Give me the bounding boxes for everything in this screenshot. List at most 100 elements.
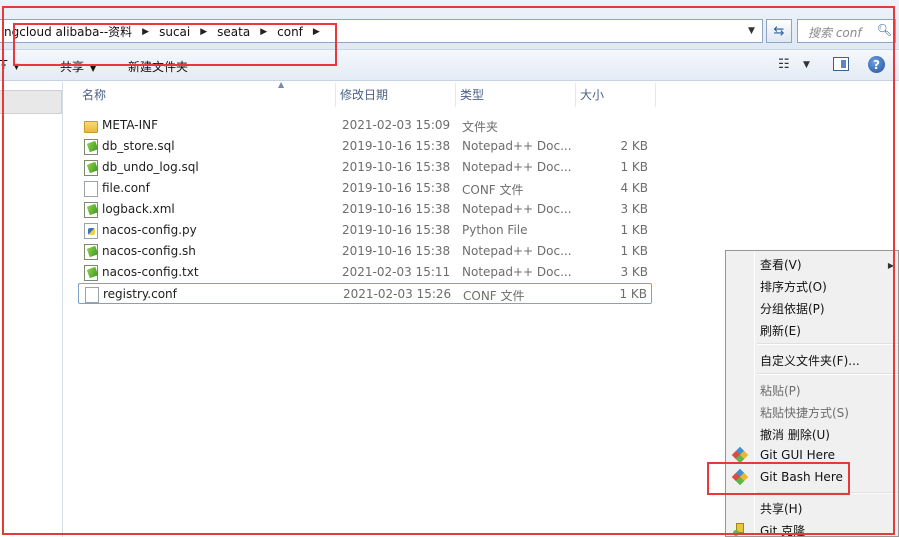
file-type: Notepad++ Doc... [462,244,572,258]
address-bar: ngcloud alibaba--资料 ▶ sucai ▶ seata ▶ co… [0,0,899,50]
file-type: Notepad++ Doc... [462,160,572,174]
breadcrumb-separator-icon[interactable]: ▶ [194,27,213,37]
git-icon [731,468,749,486]
refresh-icon: ⇆ [773,23,785,39]
folder-icon [84,121,98,133]
search-icon[interactable]: 🔍︎ [877,23,892,37]
file-type: Notepad++ Doc... [462,265,572,279]
file-date: 2019-10-16 15:38 [342,202,451,216]
view-options-icon[interactable]: ☷ [778,57,790,72]
file-date: 2021-02-03 15:26 [343,287,452,301]
file-name: file.conf [102,181,150,195]
menu-item-paste-shortcut: 粘贴快捷方式(S) [760,406,849,420]
file-size: 3 KB [620,202,648,216]
file-date: 2021-02-03 15:11 [342,265,451,279]
file-name: db_store.sql [102,139,175,153]
submenu-arrow-icon: ▶ [887,261,894,270]
file-name: db_undo_log.sql [102,160,199,174]
menu-item-paste: 粘贴(P) [760,384,801,398]
file-name: logback.xml [102,202,175,216]
menu-item-refresh[interactable]: 刷新(E) [760,322,801,339]
notepad-plus-plus-file-icon [84,244,98,260]
file-row[interactable]: nacos-config.py 2019-10-16 15:38 Python … [78,220,652,241]
chevron-down-icon: ▼ [13,62,20,71]
file-row[interactable]: file.conf 2019-10-16 15:38 CONF 文件 4 KB [78,178,652,199]
file-size: 4 KB [620,181,648,195]
toolbar: Ŧ ▼ 共享 ▼ 新建文件夹 ☷ ▼ ? [0,50,899,81]
file-type: Notepad++ Doc... [462,139,572,153]
search-input[interactable]: 搜索 conf 🔍︎ [797,19,896,43]
file-name: META-INF [102,118,159,132]
notepad-plus-plus-file-icon [84,265,98,281]
help-icon[interactable]: ? [868,56,885,73]
menu-item-git-clone[interactable]: Git 克隆... [760,522,817,537]
menu-item-git-gui-here[interactable]: Git GUI Here [760,448,835,462]
file-date: 2019-10-16 15:38 [342,181,451,195]
chevron-down-icon: ▼ [90,64,97,73]
blank-file-icon [84,181,98,197]
organize-button[interactable]: Ŧ ▼ [0,58,20,72]
file-date: 2019-10-16 15:38 [342,244,451,258]
file-type: 文件夹 [462,120,499,134]
git-icon [731,446,749,464]
menu-gutter [754,251,755,536]
preview-pane-icon[interactable] [833,57,849,71]
file-type: CONF 文件 [463,289,525,303]
column-header-date[interactable]: 修改日期 [336,83,456,107]
new-folder-button[interactable]: 新建文件夹 [128,58,188,75]
file-row-selected[interactable]: registry.conf 2021-02-03 15:26 CONF 文件 1… [78,283,652,304]
column-headers: 名称 ▲ 修改日期 类型 大小 [78,80,656,107]
search-placeholder: 搜索 conf [808,26,862,40]
menu-item-share[interactable]: 共享(H) [760,500,802,517]
nav-item-selected[interactable] [0,90,62,114]
chevron-down-icon[interactable]: ▼ [803,60,810,70]
notepad-plus-plus-file-icon [84,160,98,176]
file-date: 2019-10-16 15:38 [342,139,451,153]
git-clone-icon [733,522,747,536]
breadcrumb[interactable]: ngcloud alibaba--资料 ▶ sucai ▶ seata ▶ co… [0,19,763,43]
file-size: 1 KB [619,287,647,301]
refresh-button[interactable]: ⇆ [766,19,792,43]
menu-item-undo-delete[interactable]: 撤消 删除(U) [760,426,830,443]
file-size: 1 KB [620,160,648,174]
notepad-plus-plus-file-icon [84,202,98,218]
file-row[interactable]: db_undo_log.sql 2019-10-16 15:38 Notepad… [78,157,652,178]
column-header-name[interactable]: 名称 [78,83,336,107]
breadcrumb-separator-icon[interactable]: ▶ [307,27,326,37]
breadcrumb-item[interactable]: seata [213,25,254,39]
organize-label: Ŧ [0,58,8,72]
breadcrumb-item[interactable]: conf [273,25,307,39]
share-button[interactable]: 共享 ▼ [60,58,96,75]
file-row[interactable]: META-INF 2021-02-03 15:09 文件夹 [78,115,652,136]
menu-item-sort-by[interactable]: 排序方式(O) [760,278,827,295]
breadcrumb-separator-icon[interactable]: ▶ [136,27,155,37]
file-date: 2019-10-16 15:38 [342,160,451,174]
file-name: nacos-config.sh [102,244,196,258]
menu-separator [757,492,898,494]
file-row[interactable]: logback.xml 2019-10-16 15:38 Notepad++ D… [78,199,652,220]
sort-ascending-icon: ▲ [278,80,285,89]
file-size: 3 KB [620,265,648,279]
menu-separator [757,343,898,345]
column-header-size[interactable]: 大小 [576,83,656,107]
python-file-icon [84,223,98,239]
breadcrumb-item[interactable]: sucai [155,25,194,39]
file-row[interactable]: db_store.sql 2019-10-16 15:38 Notepad++ … [78,136,652,157]
menu-item-git-bash-here[interactable]: Git Bash Here [760,470,843,484]
menu-item-group-by[interactable]: 分组依据(P) [760,300,825,317]
file-date: 2019-10-16 15:38 [342,223,451,237]
menu-item-view[interactable]: 查看(V) [760,256,802,273]
file-date: 2021-02-03 15:09 [342,118,451,132]
menu-item-customize-folder[interactable]: 自定义文件夹(F)... [760,352,860,369]
menu-separator [757,373,898,375]
file-row[interactable]: nacos-config.txt 2021-02-03 15:11 Notepa… [78,262,652,283]
column-header-type[interactable]: 类型 [456,83,576,107]
breadcrumb-item[interactable]: ngcloud alibaba--资料 [0,23,136,40]
file-type: Python File [462,223,528,237]
breadcrumb-separator-icon[interactable]: ▶ [254,27,273,37]
address-dropdown-icon[interactable]: ▼ [748,26,755,36]
share-label: 共享 [60,60,85,74]
file-row[interactable]: nacos-config.sh 2019-10-16 15:38 Notepad… [78,241,652,262]
file-size: 1 KB [620,244,648,258]
file-type: Notepad++ Doc... [462,202,572,216]
